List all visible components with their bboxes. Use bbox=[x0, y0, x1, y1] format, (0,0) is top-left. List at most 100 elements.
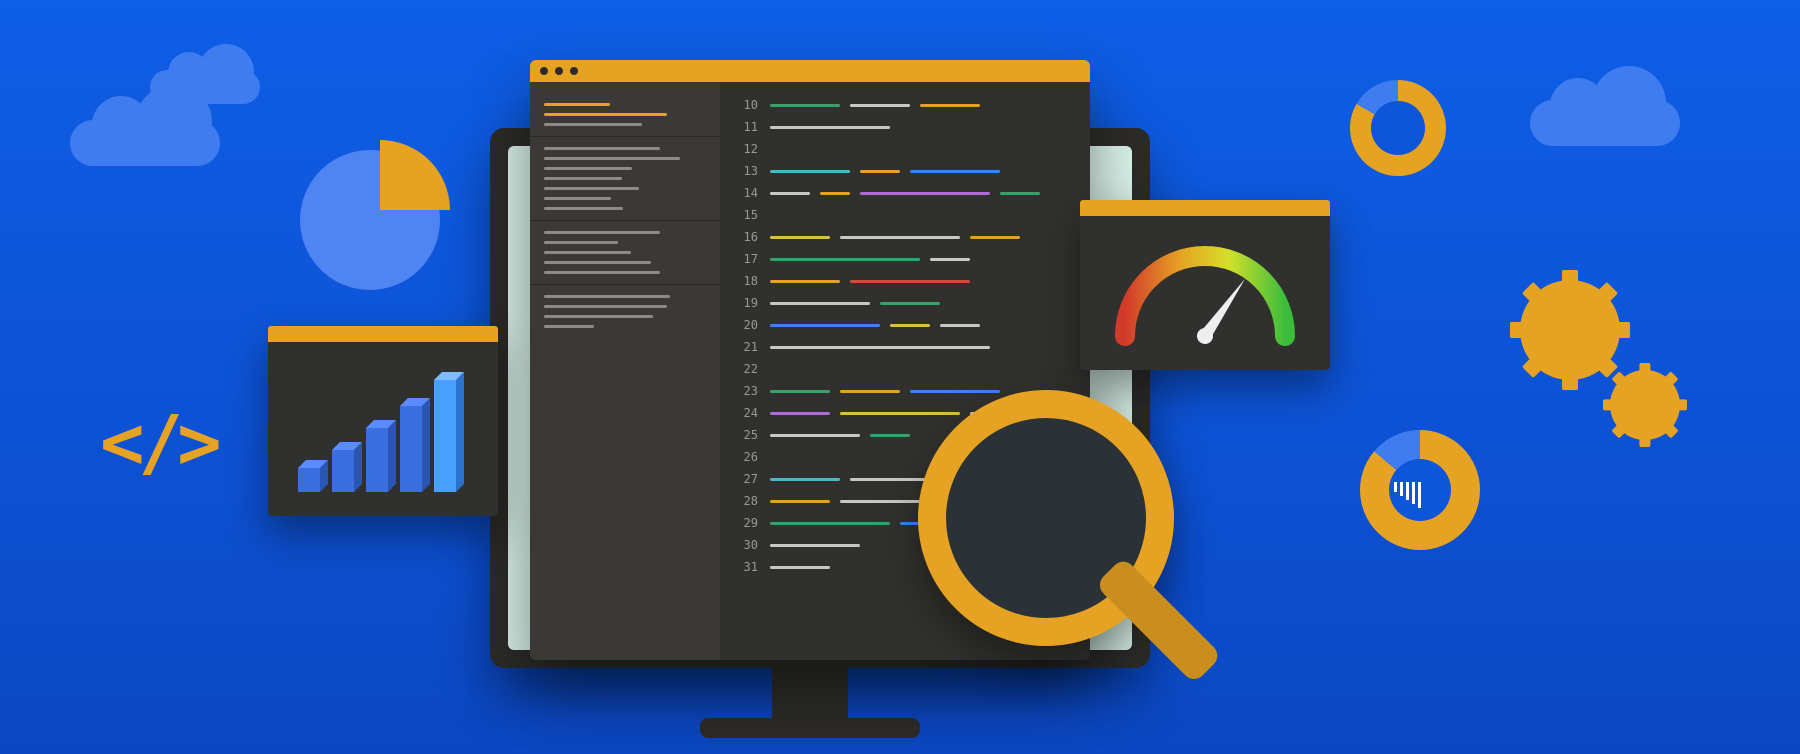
code-token bbox=[910, 170, 1000, 173]
sidebar-line bbox=[544, 187, 639, 190]
code-token bbox=[930, 258, 970, 261]
sidebar-line bbox=[544, 325, 594, 328]
monitor-base bbox=[700, 718, 920, 738]
gauge-icon bbox=[1080, 216, 1330, 366]
line-number: 21 bbox=[736, 340, 758, 354]
code-token bbox=[910, 390, 1000, 393]
code-token bbox=[860, 170, 900, 173]
cloud-icon bbox=[70, 120, 220, 166]
sidebar-line bbox=[544, 231, 660, 234]
code-token bbox=[850, 280, 970, 283]
code-line: 12 bbox=[736, 138, 1074, 160]
code-token bbox=[970, 236, 1020, 239]
sidebar-line bbox=[544, 261, 651, 264]
illustration-stage: { "editor": { "line_numbers": ["10","11"… bbox=[0, 0, 1800, 754]
sidebar-line bbox=[544, 157, 680, 160]
gear-icon bbox=[1520, 280, 1620, 380]
sidebar-line bbox=[544, 305, 667, 308]
panel-titlebar bbox=[1080, 200, 1330, 216]
code-token bbox=[770, 126, 890, 129]
code-token bbox=[770, 280, 840, 283]
line-number: 31 bbox=[736, 560, 758, 574]
ring-chart-icon bbox=[1350, 80, 1446, 176]
code-token bbox=[770, 544, 860, 547]
code-token bbox=[770, 478, 840, 481]
code-token bbox=[940, 324, 980, 327]
sidebar-line bbox=[544, 197, 611, 200]
code-token bbox=[770, 346, 990, 349]
bar-chart-panel bbox=[268, 326, 498, 516]
sidebar-line bbox=[544, 251, 631, 254]
code-line: 10 bbox=[736, 94, 1074, 116]
line-number: 10 bbox=[736, 98, 758, 112]
code-line: 21 bbox=[736, 336, 1074, 358]
code-token bbox=[840, 236, 960, 239]
gauge-panel bbox=[1080, 200, 1330, 370]
code-token bbox=[850, 104, 910, 107]
sidebar-line bbox=[544, 207, 623, 210]
code-token bbox=[880, 302, 940, 305]
line-number: 24 bbox=[736, 406, 758, 420]
line-number: 22 bbox=[736, 362, 758, 376]
line-number: 17 bbox=[736, 252, 758, 266]
line-number: 30 bbox=[736, 538, 758, 552]
code-line: 11 bbox=[736, 116, 1074, 138]
code-token bbox=[770, 302, 870, 305]
code-token bbox=[1000, 192, 1040, 195]
code-token bbox=[770, 170, 850, 173]
line-number: 15 bbox=[736, 208, 758, 222]
code-token bbox=[770, 192, 810, 195]
cloud-icon bbox=[1530, 100, 1680, 146]
line-number: 18 bbox=[736, 274, 758, 288]
code-brackets-icon: </> bbox=[100, 400, 216, 486]
code-token bbox=[770, 324, 880, 327]
line-number: 27 bbox=[736, 472, 758, 486]
window-titlebar bbox=[530, 60, 1090, 82]
ring-chart-icon bbox=[1360, 430, 1480, 550]
cloud-icon bbox=[150, 70, 260, 104]
code-token bbox=[840, 500, 920, 503]
code-line: 18 bbox=[736, 270, 1074, 292]
sidebar-line bbox=[544, 103, 610, 106]
code-token bbox=[860, 192, 990, 195]
sidebar-line bbox=[544, 241, 618, 244]
monitor-stand bbox=[772, 660, 848, 720]
sidebar-line bbox=[544, 177, 622, 180]
code-line: 22 bbox=[736, 358, 1074, 380]
code-token bbox=[770, 412, 830, 415]
code-line: 15 bbox=[736, 204, 1074, 226]
panel-titlebar bbox=[268, 326, 498, 342]
traffic-light-min-icon bbox=[555, 67, 563, 75]
line-number: 12 bbox=[736, 142, 758, 156]
pie-chart-icon bbox=[300, 150, 440, 290]
code-token bbox=[870, 434, 910, 437]
sidebar-line bbox=[544, 271, 660, 274]
code-line: 13 bbox=[736, 160, 1074, 182]
line-number: 26 bbox=[736, 450, 758, 464]
code-line: 17 bbox=[736, 248, 1074, 270]
code-token bbox=[770, 434, 860, 437]
line-number: 20 bbox=[736, 318, 758, 332]
gear-icon bbox=[1610, 370, 1680, 440]
sidebar-line bbox=[544, 113, 667, 116]
code-token bbox=[770, 104, 840, 107]
line-number: 16 bbox=[736, 230, 758, 244]
traffic-light-max-icon bbox=[570, 67, 578, 75]
line-number: 28 bbox=[736, 494, 758, 508]
code-token bbox=[840, 390, 900, 393]
bar-chart-icon bbox=[268, 342, 498, 512]
code-line: 16 bbox=[736, 226, 1074, 248]
line-number: 19 bbox=[736, 296, 758, 310]
code-token bbox=[770, 566, 830, 569]
editor-sidebar bbox=[530, 82, 720, 660]
code-token bbox=[770, 500, 830, 503]
code-token bbox=[770, 258, 920, 261]
line-number: 29 bbox=[736, 516, 758, 530]
code-token bbox=[890, 324, 930, 327]
code-token bbox=[840, 412, 960, 415]
traffic-light-close-icon bbox=[540, 67, 548, 75]
sidebar-line bbox=[544, 295, 670, 298]
code-token bbox=[770, 522, 890, 525]
code-line: 20 bbox=[736, 314, 1074, 336]
line-number: 14 bbox=[736, 186, 758, 200]
